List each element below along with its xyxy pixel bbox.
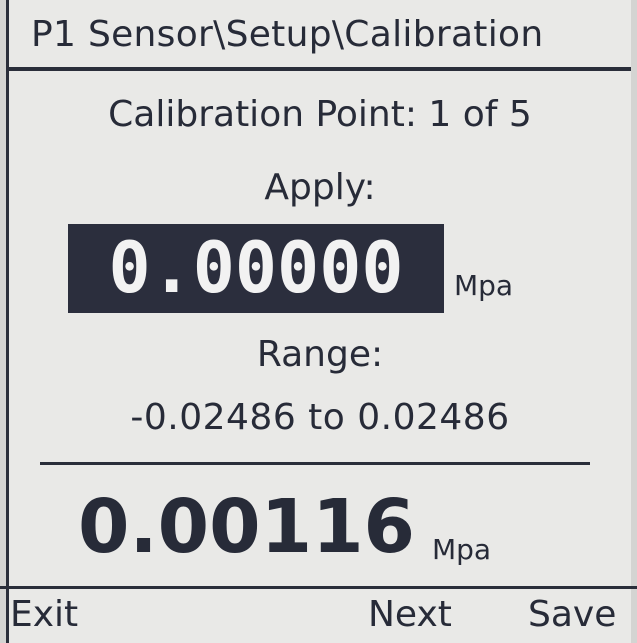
live-reading-unit: Mpa [432,533,492,566]
calibration-point-indicator: Calibration Point: 1 of 5 [108,94,532,135]
softkey-bar-divider [0,586,637,589]
save-softkey[interactable]: Save [528,592,616,638]
calibration-screen: P1 Sensor\Setup\Calibration Calibration … [0,0,637,643]
screen-frame-right [631,0,637,643]
range-value: -0.02486 to 0.02486 [130,397,510,438]
live-reading-value: 0.00116 [78,484,416,570]
exit-softkey[interactable]: Exit [10,592,78,638]
range-label: Range: [256,334,384,375]
next-softkey[interactable]: Next [368,592,452,638]
title-bar: P1 Sensor\Setup\Calibration [9,0,631,71]
apply-label: Apply: [264,167,376,208]
divider [40,462,590,465]
page-title: P1 Sensor\Setup\Calibration [31,14,544,55]
screen-frame-left [0,0,9,643]
apply-value-field[interactable]: 0.00000 [68,224,444,313]
apply-unit-label: Mpa [454,269,514,302]
